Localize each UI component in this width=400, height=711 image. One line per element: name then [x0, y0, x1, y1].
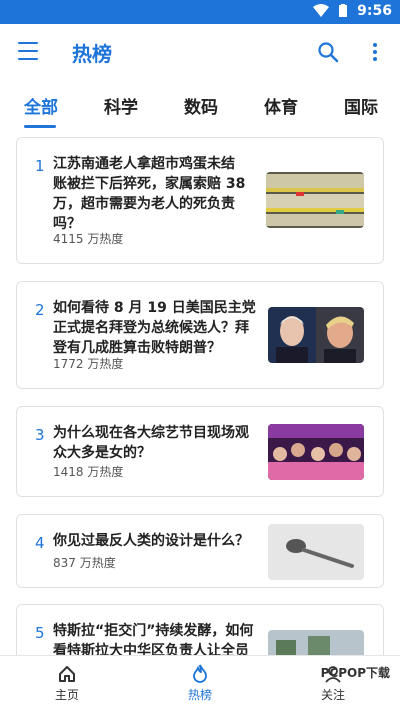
item-title: 江苏南通老人拿超市鸡蛋未结 账被拦下后猝死，家属索赔 38 万，超市需要为老人的… — [53, 156, 246, 232]
tab-digital[interactable]: 数码 — [184, 93, 218, 118]
heat-count: 1418 万热度 — [53, 465, 124, 479]
item-title: 如何看待 8 月 19 日美国民主党 正式提名拜登为总统候选人？拜 登有几成胜算… — [53, 300, 256, 356]
rank-number: 1 — [35, 157, 45, 175]
home-icon — [59, 666, 75, 682]
wifi-icon — [313, 4, 330, 17]
nav-hot-label: 热榜 — [187, 688, 212, 702]
item-title: 为什么现在各大综艺节目现场观 众大多是女的？ — [53, 425, 249, 461]
tab-science[interactable]: 科学 — [104, 93, 138, 118]
hot-list-item[interactable]: 1 江苏南通老人拿超市鸡蛋未结 账被拦下后猝死，家属索赔 38 万，超市需要为老… — [16, 137, 384, 264]
status-bar: 9:56 — [0, 0, 400, 24]
menu-icon[interactable] — [18, 42, 38, 60]
app-bar: 热榜 — [0, 24, 400, 80]
rank-number: 2 — [35, 301, 45, 319]
item-title: 你见过最反人类的设计是什么？ — [53, 533, 249, 549]
rank-number: 5 — [35, 624, 45, 642]
nav-hot[interactable]: 热榜 — [165, 664, 235, 703]
hot-list-item[interactable]: 3 为什么现在各大综艺节目现场观 众大多是女的？ 1418 万热度 — [16, 406, 384, 497]
watermark: PCPOP下载 — [320, 666, 390, 680]
nav-home-label: 主页 — [54, 688, 79, 702]
item-thumbnail — [268, 307, 364, 363]
item-thumbnail — [266, 172, 364, 228]
category-tabs: 全部 科学 数码 体育 国际 — [0, 80, 400, 130]
more-vertical-icon[interactable] — [368, 41, 382, 63]
page-title: 热榜 — [72, 42, 112, 66]
tab-sports[interactable]: 体育 — [264, 93, 298, 118]
item-thumbnail — [268, 524, 364, 580]
nav-home[interactable]: 主页 — [32, 664, 102, 703]
status-time: 9:56 — [357, 3, 392, 19]
heat-count: 1772 万热度 — [53, 357, 124, 371]
battery-icon — [339, 4, 348, 17]
hot-list-item[interactable]: 4 你见过最反人类的设计是什么？ 837 万热度 — [16, 514, 384, 588]
tab-all[interactable]: 全部 — [24, 93, 58, 118]
status-icons: 9:56 — [313, 3, 392, 19]
rank-number: 4 — [35, 534, 45, 552]
heat-count: 837 万热度 — [53, 556, 116, 570]
item-thumbnail — [268, 424, 364, 480]
flame-icon — [193, 664, 207, 683]
nav-follow-label: 关注 — [320, 688, 345, 702]
rank-number: 3 — [35, 426, 45, 444]
active-tab-indicator — [24, 125, 56, 128]
search-icon[interactable] — [317, 41, 339, 63]
heat-count: 4115 万热度 — [53, 232, 124, 246]
hot-list-item[interactable]: 2 如何看待 8 月 19 日美国民主党 正式提名拜登为总统候选人？拜 登有几成… — [16, 281, 384, 389]
tab-international[interactable]: 国际 — [344, 93, 378, 118]
